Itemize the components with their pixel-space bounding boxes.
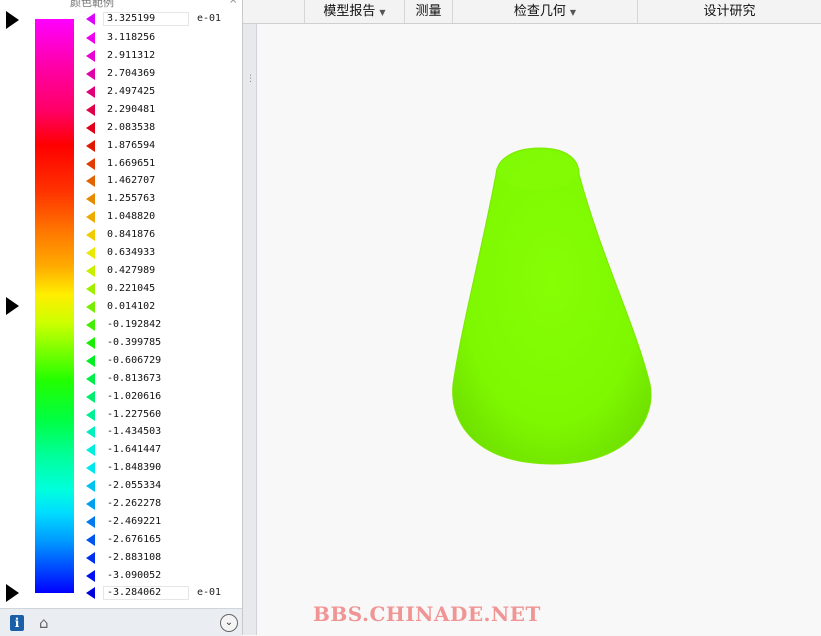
- tick-marker-icon: [86, 193, 95, 205]
- tick-marker-icon: [86, 355, 95, 367]
- panel-title: 颜色範例: [70, 0, 114, 9]
- middle-marker-icon[interactable]: [6, 297, 19, 315]
- tick-marker-icon: [86, 32, 95, 44]
- inspect-geometry-label: 检查几何: [513, 4, 566, 19]
- tick-marker-icon: [86, 570, 95, 582]
- tick-marker-icon: [86, 229, 95, 241]
- tick-value-label: 2.083538: [107, 122, 156, 133]
- tick-value-label: 2.911312: [107, 50, 156, 61]
- tick-value-label: 0.841876: [107, 229, 156, 240]
- watermark-text: BBS.CHINADE.NET: [313, 602, 541, 626]
- home-icon[interactable]: ⌂: [39, 614, 49, 632]
- inspect-geometry-menu[interactable]: 检查几何 ▼: [453, 0, 638, 23]
- measure-label: 测量: [415, 4, 442, 19]
- tick-value-label: -0.192842: [107, 319, 162, 330]
- tick-value-label: -0.813673: [107, 373, 162, 384]
- tick-marker-icon: [86, 480, 95, 492]
- tick-value-label: 1.462707: [107, 175, 156, 186]
- tick-value-label: -1.020616: [107, 391, 162, 402]
- tick-marker-icon: [86, 68, 95, 80]
- design-study-label: 设计研究: [703, 4, 756, 19]
- exponent-label-top: e-01: [197, 13, 222, 24]
- tick-marker-icon: [86, 158, 95, 170]
- model-top-cap: [498, 150, 578, 190]
- tick-marker-icon: [86, 373, 95, 385]
- tick-value-label: 1.048820: [107, 211, 156, 222]
- tick-value-label: -2.676165: [107, 534, 162, 545]
- panel-footer: i ⌂ ⌄: [0, 608, 242, 636]
- tick-value-label: -1.848390: [107, 462, 162, 473]
- tick-marker-icon: [86, 409, 95, 421]
- tick-marker-icon: [86, 86, 95, 98]
- tick-marker-icon: [86, 587, 95, 599]
- tick-value-label: 1.255763: [107, 193, 156, 204]
- tick-value-label: 1.876594: [107, 140, 156, 151]
- tick-marker-icon: [86, 301, 95, 313]
- tick-value-label: 2.497425: [107, 86, 156, 97]
- lower-limit-marker-icon[interactable]: [6, 584, 19, 602]
- color-scale-bar: [35, 19, 74, 593]
- tick-marker-icon: [86, 247, 95, 259]
- tick-marker-icon: [86, 265, 95, 277]
- max-value-field[interactable]: 3.325199: [103, 12, 189, 26]
- caret-down-icon: ▼: [379, 8, 386, 17]
- upper-limit-marker-icon[interactable]: [6, 11, 19, 29]
- 3d-model-body[interactable]: [452, 147, 652, 465]
- tick-marker-icon: [86, 498, 95, 510]
- splitter-grip-icon[interactable]: ⋮: [246, 74, 255, 84]
- tick-marker-icon: [86, 444, 95, 456]
- tick-value-label: 0.634933: [107, 247, 156, 258]
- caret-down-icon: ▼: [569, 8, 577, 17]
- tick-marker-icon: [86, 283, 95, 295]
- tick-value-label: -2.055334: [107, 480, 162, 491]
- tick-marker-icon: [86, 140, 95, 152]
- tick-value-label: 0.221045: [107, 283, 156, 294]
- measure-button[interactable]: 测量: [405, 0, 453, 23]
- model-view[interactable]: [257, 24, 821, 635]
- model-report-menu[interactable]: 模型报告 ▼: [305, 0, 405, 23]
- tick-marker-icon: [86, 211, 95, 223]
- tick-value-label: -0.606729: [107, 355, 162, 366]
- toolbar-spacer: [243, 0, 305, 23]
- tick-marker-icon: [86, 50, 95, 62]
- tick-marker-icon: [86, 175, 95, 187]
- tick-marker-icon: [86, 337, 95, 349]
- tick-value-label: -1.434503: [107, 426, 162, 437]
- tick-marker-icon: [86, 13, 95, 25]
- exponent-label-bottom: e-01: [197, 587, 222, 598]
- tick-marker-icon: [86, 462, 95, 474]
- design-study-button[interactable]: 设计研究: [638, 0, 821, 23]
- expand-chevron-icon[interactable]: ⌄: [220, 614, 238, 632]
- tick-marker-icon: [86, 516, 95, 528]
- tick-marker-icon: [86, 534, 95, 546]
- tick-value-label: 2.290481: [107, 104, 156, 115]
- tick-value-label: -0.399785: [107, 337, 162, 348]
- tick-value-label: 3.118256: [107, 32, 156, 43]
- panel-splitter[interactable]: ⋮: [243, 0, 257, 635]
- tick-marker-icon: [86, 552, 95, 564]
- tick-marker-icon: [86, 122, 95, 134]
- tick-value-label: 0.427989: [107, 265, 156, 276]
- info-icon[interactable]: i: [10, 615, 24, 631]
- tick-value-label: -3.090052: [107, 570, 162, 581]
- tick-value-label: 1.669651: [107, 158, 156, 169]
- graphics-viewport[interactable]: BBS.CHINADE.NET: [257, 24, 821, 635]
- tick-value-label: -2.262278: [107, 498, 162, 509]
- close-icon[interactable]: ×: [229, 0, 237, 6]
- tick-marker-icon: [86, 426, 95, 438]
- min-value-field[interactable]: -3.284062: [103, 586, 189, 600]
- tick-value-label: -1.641447: [107, 444, 162, 455]
- tick-value-label: -1.227560: [107, 409, 162, 420]
- ribbon-toolbar: 模型报告 ▼ 测量 检查几何 ▼ 设计研究: [243, 0, 821, 24]
- tick-value-label: 0.014102: [107, 301, 156, 312]
- tick-value-label: -2.469221: [107, 516, 162, 527]
- tick-value-label: -2.883108: [107, 552, 162, 563]
- tick-marker-icon: [86, 319, 95, 331]
- tick-marker-icon: [86, 104, 95, 116]
- tick-value-label: 2.704369: [107, 68, 156, 79]
- model-report-label: 模型报告: [323, 4, 376, 19]
- tick-marker-icon: [86, 391, 95, 403]
- color-legend-panel: 颜色範例 × 3.325199 e-01 -3.284062 e-01 i ⌂ …: [0, 0, 243, 636]
